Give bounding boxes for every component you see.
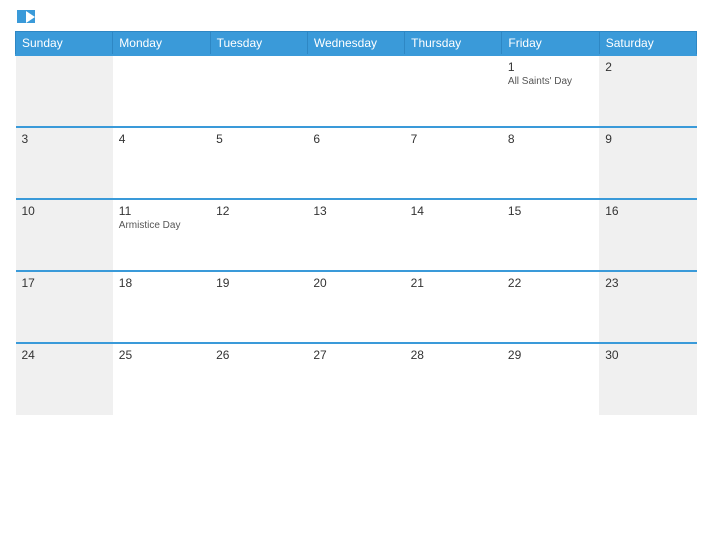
day-number: 25 bbox=[119, 348, 204, 362]
week-row-0: 1 All Saints' Day 2 bbox=[16, 55, 697, 127]
calendar-cell: 19 bbox=[210, 271, 307, 343]
day-header-sunday: Sunday bbox=[16, 32, 113, 56]
day-number: 18 bbox=[119, 276, 204, 290]
calendar-cell: 12 bbox=[210, 199, 307, 271]
day-header-friday: Friday bbox=[502, 32, 599, 56]
day-number: 14 bbox=[411, 204, 496, 218]
day-number: 10 bbox=[22, 204, 107, 218]
calendar-cell: 23 bbox=[599, 271, 696, 343]
calendar-cell: 30 bbox=[599, 343, 696, 415]
calendar-cell: 21 bbox=[405, 271, 502, 343]
header bbox=[15, 10, 697, 23]
logo-flag-icon bbox=[17, 10, 35, 23]
calendar-table: SundayMondayTuesdayWednesdayThursdayFrid… bbox=[15, 31, 697, 415]
calendar-cell: 16 bbox=[599, 199, 696, 271]
day-header-monday: Monday bbox=[113, 32, 210, 56]
calendar-cell: 28 bbox=[405, 343, 502, 415]
calendar-cell: 24 bbox=[16, 343, 113, 415]
day-number: 28 bbox=[411, 348, 496, 362]
day-number: 9 bbox=[605, 132, 690, 146]
calendar-cell: 13 bbox=[307, 199, 404, 271]
day-number: 30 bbox=[605, 348, 690, 362]
day-number: 17 bbox=[22, 276, 107, 290]
day-number: 20 bbox=[313, 276, 398, 290]
day-number: 5 bbox=[216, 132, 301, 146]
calendar-cell: 4 bbox=[113, 127, 210, 199]
day-number: 29 bbox=[508, 348, 593, 362]
day-header-wednesday: Wednesday bbox=[307, 32, 404, 56]
calendar-header: SundayMondayTuesdayWednesdayThursdayFrid… bbox=[16, 32, 697, 56]
logo bbox=[15, 10, 35, 23]
calendar-cell: 17 bbox=[16, 271, 113, 343]
calendar-cell bbox=[405, 55, 502, 127]
logo-top bbox=[15, 10, 35, 23]
calendar-cell: 20 bbox=[307, 271, 404, 343]
calendar-cell: 8 bbox=[502, 127, 599, 199]
calendar-cell: 7 bbox=[405, 127, 502, 199]
calendar-cell bbox=[16, 55, 113, 127]
calendar-cell: 2 bbox=[599, 55, 696, 127]
calendar-cell bbox=[307, 55, 404, 127]
calendar-cell: 26 bbox=[210, 343, 307, 415]
calendar-cell bbox=[113, 55, 210, 127]
day-number: 4 bbox=[119, 132, 204, 146]
calendar-body: 1All Saints' Day234567891011Armistice Da… bbox=[16, 55, 697, 415]
day-number: 15 bbox=[508, 204, 593, 218]
day-number: 16 bbox=[605, 204, 690, 218]
day-number: 21 bbox=[411, 276, 496, 290]
day-header-tuesday: Tuesday bbox=[210, 32, 307, 56]
event-label: All Saints' Day bbox=[508, 76, 593, 87]
week-row-2: 10 11 Armistice Day 12 13 14 15 16 bbox=[16, 199, 697, 271]
calendar-cell: 5 bbox=[210, 127, 307, 199]
week-row-4: 24 25 26 27 28 29 30 bbox=[16, 343, 697, 415]
day-number: 8 bbox=[508, 132, 593, 146]
day-number: 24 bbox=[22, 348, 107, 362]
day-number: 23 bbox=[605, 276, 690, 290]
calendar-cell: 25 bbox=[113, 343, 210, 415]
day-number: 19 bbox=[216, 276, 301, 290]
day-number: 13 bbox=[313, 204, 398, 218]
day-header-thursday: Thursday bbox=[405, 32, 502, 56]
day-number: 3 bbox=[22, 132, 107, 146]
calendar-cell: 15 bbox=[502, 199, 599, 271]
calendar-cell: 14 bbox=[405, 199, 502, 271]
day-number: 7 bbox=[411, 132, 496, 146]
calendar-cell: 1 All Saints' Day bbox=[502, 55, 599, 127]
week-row-3: 17 18 19 20 21 22 23 bbox=[16, 271, 697, 343]
calendar-cell bbox=[210, 55, 307, 127]
day-number: 26 bbox=[216, 348, 301, 362]
calendar-cell: 6 bbox=[307, 127, 404, 199]
day-number: 1 bbox=[508, 60, 593, 74]
days-of-week-row: SundayMondayTuesdayWednesdayThursdayFrid… bbox=[16, 32, 697, 56]
calendar-cell: 3 bbox=[16, 127, 113, 199]
calendar-cell: 18 bbox=[113, 271, 210, 343]
day-number: 6 bbox=[313, 132, 398, 146]
calendar-cell: 9 bbox=[599, 127, 696, 199]
day-number: 27 bbox=[313, 348, 398, 362]
day-number: 12 bbox=[216, 204, 301, 218]
day-number: 2 bbox=[605, 60, 690, 74]
day-number: 11 bbox=[119, 204, 204, 218]
calendar-cell: 27 bbox=[307, 343, 404, 415]
calendar-page: SundayMondayTuesdayWednesdayThursdayFrid… bbox=[0, 0, 712, 550]
calendar-cell: 22 bbox=[502, 271, 599, 343]
week-row-1: 3456789 bbox=[16, 127, 697, 199]
day-header-saturday: Saturday bbox=[599, 32, 696, 56]
event-label: Armistice Day bbox=[119, 220, 204, 231]
calendar-cell: 11 Armistice Day bbox=[113, 199, 210, 271]
day-number: 22 bbox=[508, 276, 593, 290]
calendar-cell: 29 bbox=[502, 343, 599, 415]
calendar-cell: 10 bbox=[16, 199, 113, 271]
